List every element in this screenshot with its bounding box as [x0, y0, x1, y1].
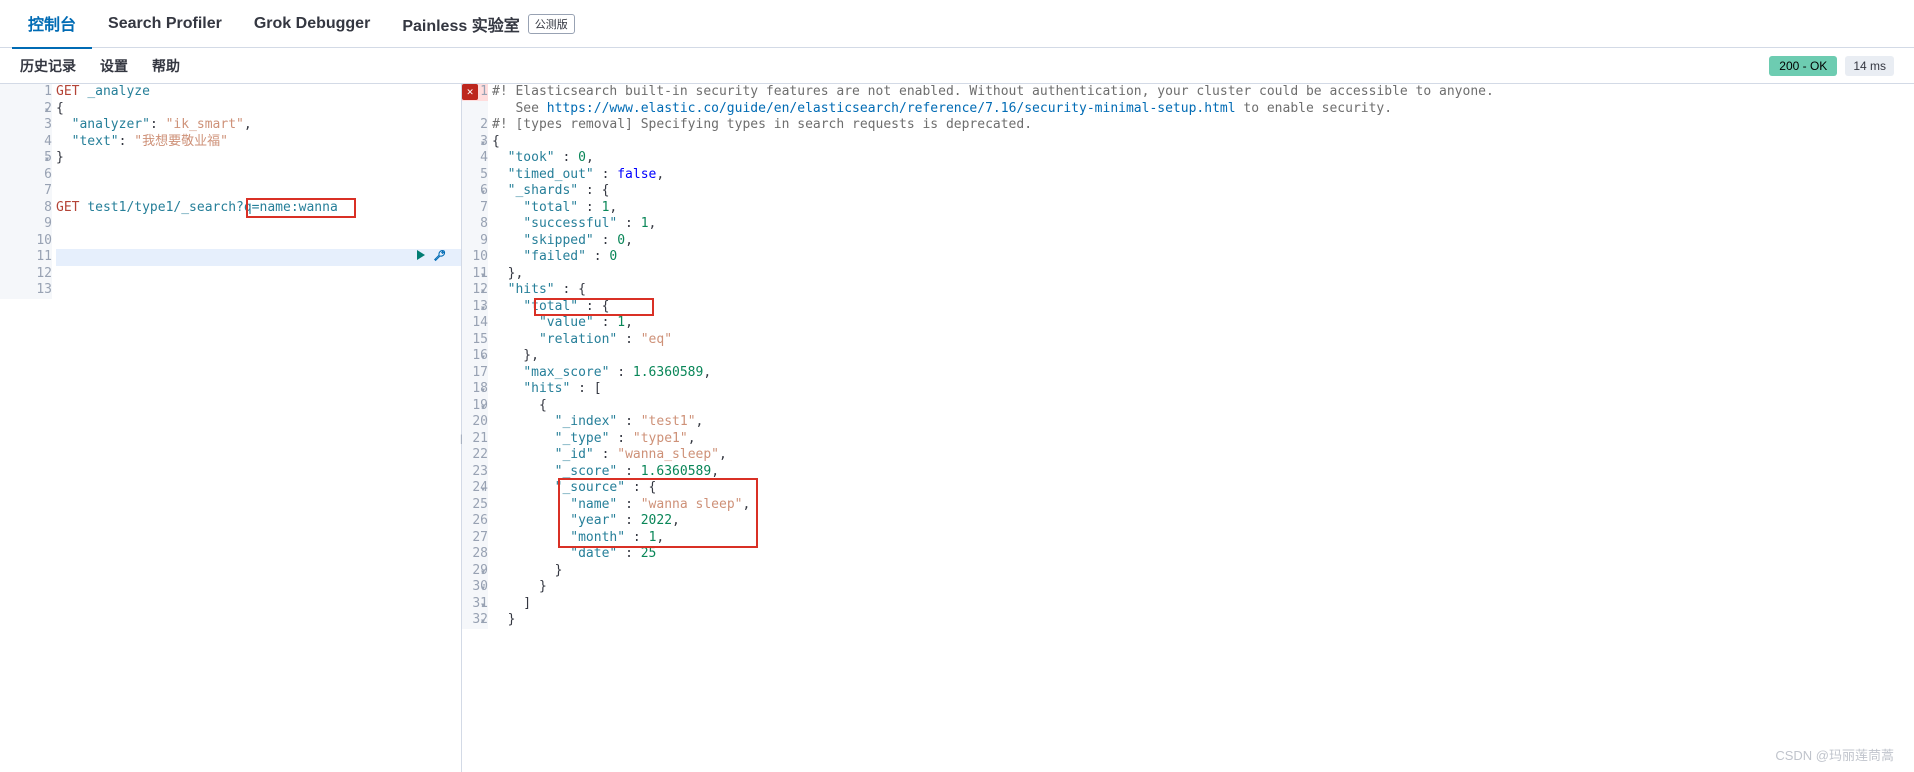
main-tabs: 控制台 Search Profiler Grok Debugger Painle… [0, 0, 1914, 48]
subtabs-bar: 历史记录 设置 帮助 200 - OK 14 ms [0, 48, 1914, 84]
beta-badge: 公测版 [528, 14, 575, 34]
tab-search-profiler[interactable]: Search Profiler [92, 3, 238, 45]
subtab-help[interactable]: 帮助 [144, 50, 188, 82]
tab-console[interactable]: 控制台 [12, 0, 92, 49]
editor-split: 12345678910111213 GET _analyze{ "analyze… [0, 84, 1914, 772]
status-badge: 200 - OK [1769, 56, 1837, 76]
error-icon: ✕ [462, 84, 478, 100]
request-editor[interactable]: 12345678910111213 GET _analyze{ "analyze… [0, 84, 462, 772]
run-icon[interactable] [415, 249, 427, 267]
subtab-history[interactable]: 历史记录 [12, 50, 84, 82]
status-time: 14 ms [1845, 56, 1894, 76]
watermark: CSDN @玛丽莲茼蒿 [1775, 745, 1894, 764]
subtab-settings[interactable]: 设置 [92, 50, 136, 82]
tab-grok-debugger[interactable]: Grok Debugger [238, 3, 386, 45]
response-viewer[interactable]: ✕123456789101112131415161718192021222324… [462, 84, 1914, 772]
tab-painless-label: Painless 实验室 [402, 12, 519, 36]
tab-painless-lab[interactable]: Painless 实验室 公测版 [386, 0, 590, 48]
wrench-icon[interactable] [433, 249, 447, 269]
